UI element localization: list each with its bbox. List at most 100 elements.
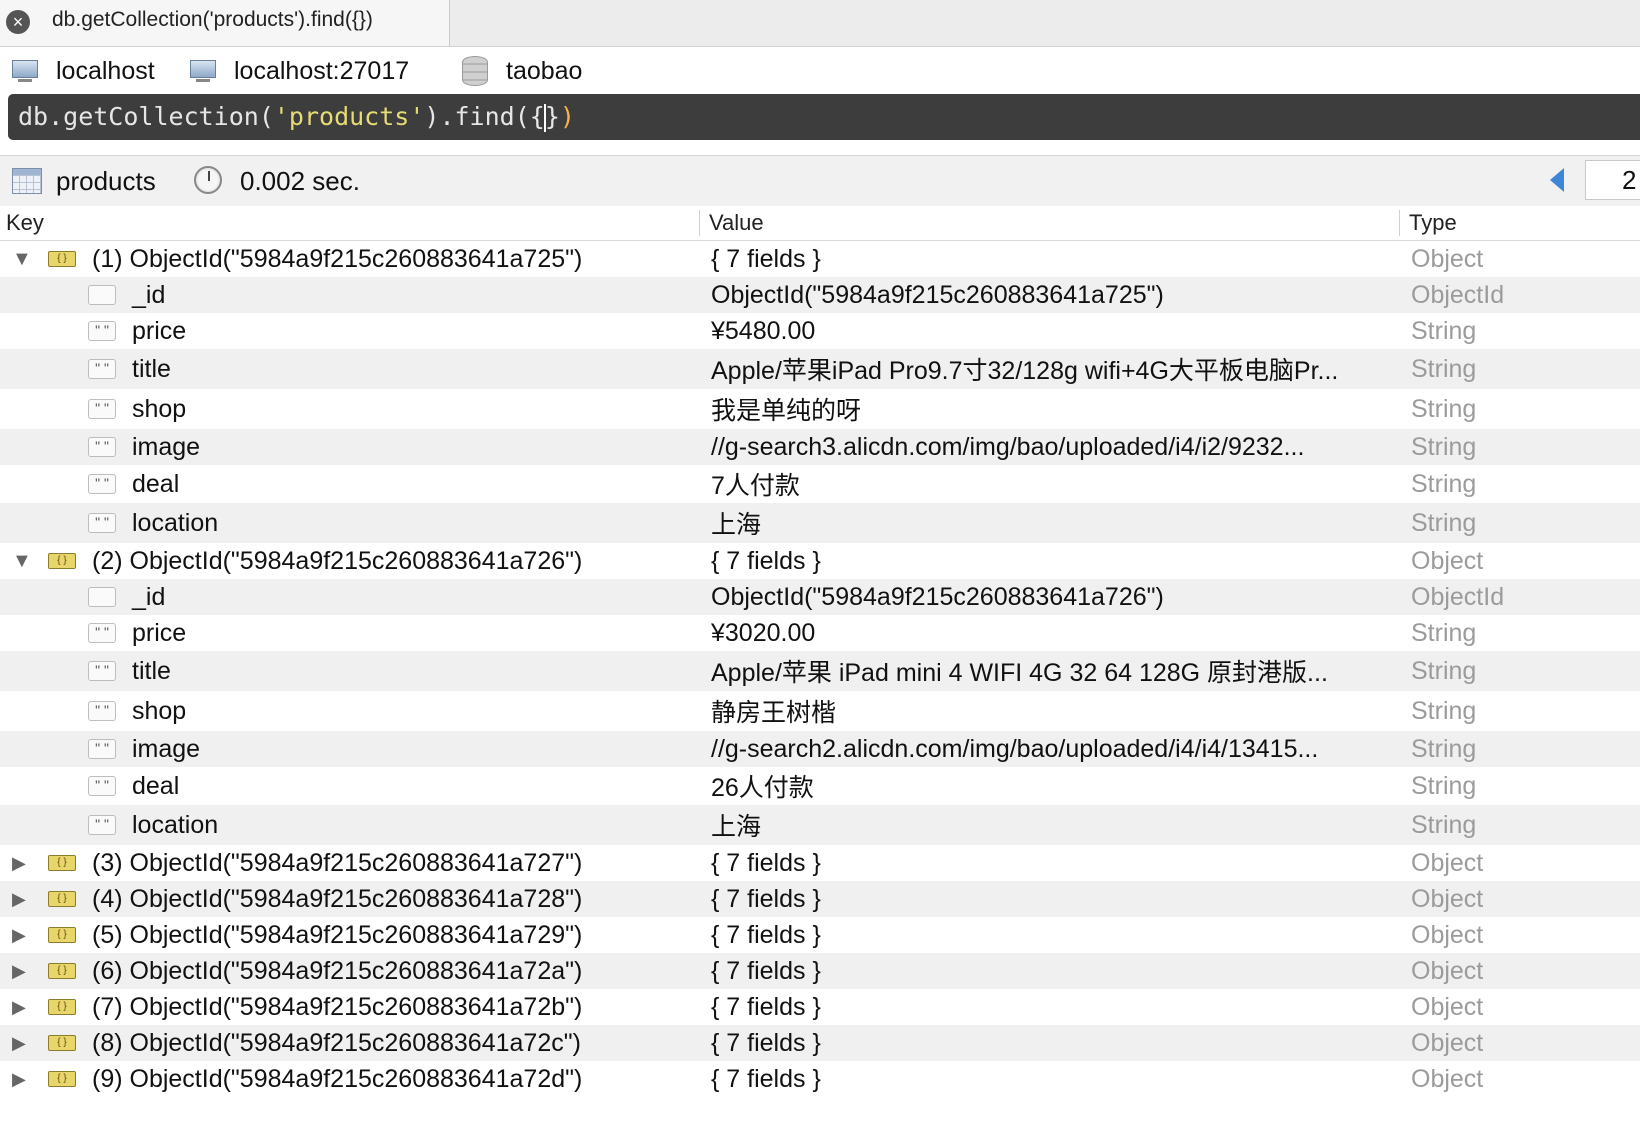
string-icon: " " — [88, 739, 116, 759]
connection-server[interactable]: localhost:27017 — [190, 47, 409, 95]
expand-right-icon[interactable]: ▶ — [12, 953, 26, 989]
row-value: { 7 fields } — [711, 244, 821, 273]
close-icon[interactable]: × — [6, 10, 30, 34]
document-icon: { } — [48, 927, 76, 943]
field-row[interactable]: " " deal 7人付款 String — [0, 465, 1640, 503]
document-row[interactable]: ▶ { } (9) ObjectId("5984a9f215c260883641a7… — [0, 1061, 1640, 1097]
expand-right-icon[interactable]: ▶ — [12, 917, 26, 953]
row-type: Object — [1411, 1028, 1484, 1057]
expand-right-icon[interactable]: ▶ — [12, 881, 26, 917]
connection-server-label: localhost:27017 — [234, 56, 410, 85]
document-row[interactable]: ▶ { } (6) ObjectId("5984a9f215c260883641a7… — [0, 953, 1640, 989]
row-type: String — [1411, 618, 1477, 647]
row-type: String — [1411, 432, 1477, 461]
document-icon: { } — [48, 999, 76, 1015]
field-row[interactable]: " " shop 静房王树楷 String — [0, 691, 1640, 731]
page-size-input[interactable]: 2 — [1585, 160, 1640, 200]
expand-right-icon[interactable]: ▶ — [12, 1061, 26, 1097]
field-row[interactable]: " " price ¥5480.00 String — [0, 313, 1640, 349]
field-row[interactable]: " " title Apple/苹果iPad Pro9.7寸32/128g wifi… — [0, 349, 1640, 389]
tab-title: db.getCollection('products').find({}) — [52, 8, 373, 31]
string-icon: " " — [88, 399, 116, 419]
field-row[interactable]: " " location 上海 String — [0, 805, 1640, 845]
expand-right-icon[interactable]: ▶ — [12, 1025, 26, 1061]
query-prefix: db.getCollection( — [18, 102, 274, 131]
row-key: shop — [132, 394, 187, 423]
expand-right-icon[interactable]: ▶ — [12, 989, 26, 1025]
document-row[interactable]: ▼ { } (1) ObjectId("5984a9f215c260883641a7… — [0, 241, 1640, 277]
column-header-type[interactable]: Type — [1409, 206, 1457, 240]
row-type: Object — [1411, 992, 1484, 1021]
query-tab[interactable]: × db.getCollection('products').find({}) — [0, 0, 450, 46]
document-row[interactable]: ▶ { } (7) ObjectId("5984a9f215c260883641a7… — [0, 989, 1640, 1025]
server-monitor-icon — [190, 60, 216, 82]
field-row[interactable]: " " image //g-search2.alicdn.com/img/bao/u… — [0, 731, 1640, 767]
connection-database[interactable]: taobao — [462, 47, 582, 95]
row-key: (5) ObjectId("5984a9f215c260883641a729") — [92, 920, 583, 949]
row-key: (6) ObjectId("5984a9f215c260883641a72a") — [92, 956, 583, 985]
string-icon: " " — [88, 474, 116, 494]
document-row[interactable]: ▶ { } (4) ObjectId("5984a9f215c260883641a7… — [0, 881, 1640, 917]
clock-icon — [194, 166, 222, 194]
column-divider[interactable] — [1399, 210, 1400, 236]
query-elapsed-time: 0.002 sec. — [240, 166, 360, 196]
row-value: ¥5480.00 — [711, 316, 816, 345]
field-row[interactable]: " " price ¥3020.00 String — [0, 615, 1640, 651]
query-editor[interactable]: db.getCollection('products').find({}) — [8, 94, 1640, 140]
query-collection-literal: 'products' — [273, 102, 425, 131]
field-row[interactable]: " " deal 26人付款 String — [0, 767, 1640, 805]
field-row[interactable]: _id ObjectId("5984a9f215c260883641a725") O… — [0, 277, 1640, 313]
row-key: (2) ObjectId("5984a9f215c260883641a726") — [92, 546, 583, 575]
row-value: ¥3020.00 — [711, 618, 816, 647]
table-icon — [12, 168, 42, 194]
column-divider[interactable] — [699, 210, 700, 236]
document-row[interactable]: ▶ { } (8) ObjectId("5984a9f215c260883641a7… — [0, 1025, 1640, 1061]
row-value: { 7 fields } — [711, 1064, 821, 1093]
row-type: String — [1411, 810, 1477, 839]
row-value: { 7 fields } — [711, 546, 821, 575]
document-row[interactable]: ▶ { } (5) ObjectId("5984a9f215c260883641a7… — [0, 917, 1640, 953]
row-value: ObjectId("5984a9f215c260883641a725") — [711, 280, 1164, 309]
string-icon: " " — [88, 815, 116, 835]
row-key: price — [132, 316, 187, 345]
document-icon: { } — [48, 1035, 76, 1051]
expand-down-icon[interactable]: ▼ — [12, 543, 32, 579]
row-key: location — [132, 508, 219, 537]
field-row[interactable]: " " image //g-search3.alicdn.com/img/bao/u… — [0, 429, 1640, 465]
row-type: String — [1411, 508, 1477, 537]
row-value: Apple/苹果 iPad mini 4 WIFI 4G 32 64 128G … — [711, 659, 1328, 687]
row-type: Object — [1411, 1064, 1484, 1093]
row-value: 静房王树楷 — [711, 699, 837, 727]
row-type: Object — [1411, 546, 1484, 575]
previous-page-icon[interactable] — [1550, 168, 1564, 192]
query-arg-open: { — [529, 102, 545, 131]
column-header-key[interactable]: Key — [6, 206, 44, 240]
row-type: String — [1411, 734, 1477, 763]
row-type: Object — [1411, 884, 1484, 913]
field-row[interactable]: " " title Apple/苹果 iPad mini 4 WIFI 4G 32 … — [0, 651, 1640, 691]
expand-down-icon[interactable]: ▼ — [12, 241, 32, 277]
string-icon: " " — [88, 661, 116, 681]
connection-host[interactable]: localhost — [12, 47, 155, 95]
network-computer-icon — [12, 60, 38, 82]
column-header-value[interactable]: Value — [709, 206, 764, 240]
row-type: ObjectId — [1411, 280, 1505, 309]
document-row[interactable]: ▼ { } (2) ObjectId("5984a9f215c260883641a7… — [0, 543, 1640, 579]
document-row[interactable]: ▶ { } (3) ObjectId("5984a9f215c260883641a7… — [0, 845, 1640, 881]
expand-right-icon[interactable]: ▶ — [12, 845, 26, 881]
field-row[interactable]: " " shop 我是单纯的呀 String — [0, 389, 1640, 429]
row-key: title — [132, 656, 171, 685]
database-icon — [462, 56, 488, 86]
row-value: ObjectId("5984a9f215c260883641a726") — [711, 582, 1164, 611]
row-value: 26人付款 — [711, 774, 814, 802]
row-key: deal — [132, 771, 180, 800]
row-value: { 7 fields } — [711, 848, 821, 877]
row-value: { 7 fields } — [711, 956, 821, 985]
field-row[interactable]: " " location 上海 String — [0, 503, 1640, 543]
row-key: (1) ObjectId("5984a9f215c260883641a725") — [92, 244, 583, 273]
row-type: String — [1411, 394, 1477, 423]
connection-host-label: localhost — [56, 56, 155, 85]
field-row[interactable]: _id ObjectId("5984a9f215c260883641a726") O… — [0, 579, 1640, 615]
row-type: Object — [1411, 244, 1484, 273]
connection-database-label: taobao — [506, 56, 583, 85]
